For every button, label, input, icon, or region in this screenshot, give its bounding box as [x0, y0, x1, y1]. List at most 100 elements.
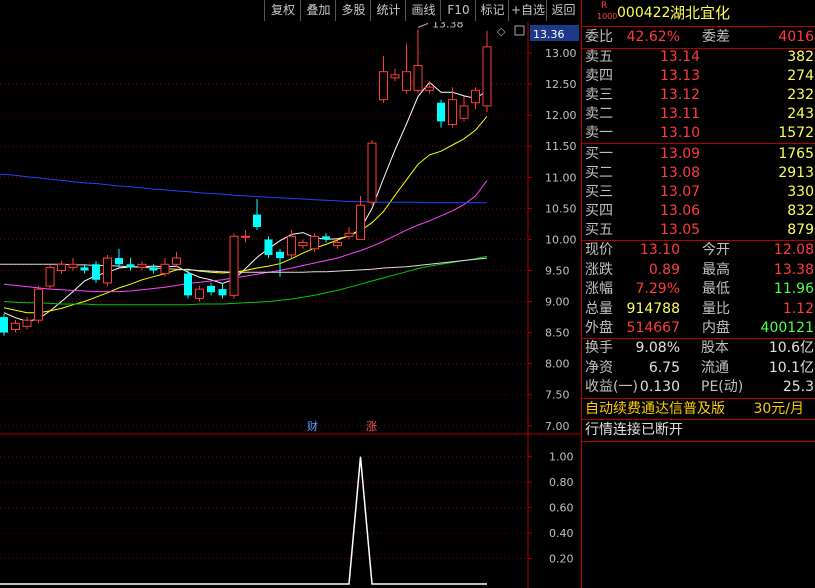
candle[interactable] [172, 257, 181, 265]
candle[interactable] [103, 257, 112, 284]
candle[interactable] [57, 263, 66, 271]
tongji-button[interactable]: 统计 [370, 0, 406, 21]
candle[interactable] [425, 86, 434, 91]
candle[interactable] [298, 242, 308, 247]
candle[interactable] [160, 263, 170, 275]
candle[interactable] [115, 258, 123, 265]
candle[interactable] [344, 232, 354, 237]
candle[interactable] [184, 273, 192, 296]
candle[interactable] [264, 239, 273, 255]
candle[interactable] [367, 142, 377, 203]
candle[interactable] [482, 46, 492, 107]
candle[interactable] [68, 263, 78, 268]
stat-value: 12.08 [773, 242, 814, 258]
candle[interactable] [22, 319, 32, 327]
ask-row: 卖二 13.11 243 [582, 105, 815, 124]
candle[interactable] [310, 235, 319, 250]
candle[interactable] [276, 251, 284, 259]
window-toggle-icon[interactable] [514, 25, 525, 36]
fuquan-button[interactable]: 复权 [264, 0, 301, 21]
candle[interactable] [229, 235, 239, 296]
ask-price[interactable]: 13.10 [660, 124, 700, 143]
candle[interactable] [137, 263, 147, 268]
candle[interactable] [379, 71, 388, 101]
indicator-chart[interactable]: 1.00 0.80 0.60 0.40 0.20 [0, 434, 581, 588]
ask-row: 卖一 13.10 1572 [582, 124, 815, 143]
candle[interactable] [0, 317, 8, 333]
candle[interactable] [390, 74, 400, 79]
bid-level-label: 买一 [585, 146, 613, 162]
bid-level-label: 买二 [585, 165, 613, 181]
candle[interactable] [253, 214, 261, 227]
ad-price[interactable]: 30元/月 [753, 398, 804, 421]
candle[interactable] [287, 235, 296, 256]
y-tick-label: 11.50 [545, 140, 577, 153]
f10-button[interactable]: F10 [440, 0, 476, 21]
bid-row: 买一 13.09 1765 [582, 145, 815, 164]
candle[interactable] [333, 242, 342, 247]
back-button[interactable]: 返回 [546, 0, 580, 21]
y-tick-label: 9.00 [545, 296, 570, 309]
stat-label: 外盘 [585, 320, 613, 336]
ask-volume: 274 [787, 68, 814, 84]
candle[interactable] [413, 64, 423, 91]
bid-price[interactable]: 13.07 [660, 183, 700, 202]
candle[interactable] [126, 264, 135, 268]
candle[interactable] [356, 204, 365, 240]
y-tick-label: 8.00 [545, 358, 570, 371]
candle[interactable] [11, 322, 20, 330]
ask-price[interactable]: 13.12 [660, 86, 700, 105]
stock-code: 000422 [617, 5, 671, 21]
bid-price[interactable]: 13.05 [660, 221, 700, 240]
candle[interactable] [80, 267, 89, 271]
candle[interactable] [241, 235, 250, 238]
ad-row[interactable]: 自动续费通达信普及版 30元/月 [582, 398, 815, 421]
stat-row: 涨跌 0.89 最高 13.38 [582, 260, 815, 280]
y-tick-label: 11.00 [545, 171, 577, 184]
fund-value: 6.75 [648, 359, 680, 376]
toolbar: 复权 叠加 多股 统计 画线 F10 标记 +自选 返回 [0, 0, 580, 22]
diejia-button[interactable]: 叠加 [300, 0, 336, 21]
bid-price[interactable]: 13.09 [660, 145, 700, 164]
candle[interactable] [92, 264, 100, 280]
finance-event-marker[interactable]: 财 [307, 419, 318, 433]
candle[interactable] [459, 105, 469, 119]
bid-volume: 832 [787, 203, 814, 219]
ask-price[interactable]: 13.13 [660, 67, 700, 86]
stat-value: 13.38 [773, 261, 814, 278]
stat-label: 量比 [702, 300, 730, 317]
kline-chart[interactable]: 13.00 12.50 12.00 11.50 11.00 10.50 10.00 9.50 9… [0, 22, 581, 457]
candle[interactable] [149, 267, 158, 271]
ask-price[interactable]: 13.11 [660, 105, 700, 124]
ask-price[interactable]: 13.14 [660, 48, 700, 67]
candle[interactable] [218, 289, 227, 296]
limit-up-event-marker[interactable]: 涨 [366, 420, 377, 433]
candle[interactable] [402, 71, 411, 91]
ad-text[interactable]: 自动续费通达信普及版 [585, 398, 725, 421]
candle[interactable] [195, 288, 204, 299]
candle[interactable] [437, 102, 445, 122]
bid-price[interactable]: 13.06 [660, 202, 700, 221]
huaxian-button[interactable]: 画线 [405, 0, 441, 21]
biaoji-button[interactable]: 标记 [475, 0, 509, 21]
weibi-label: 委比 [585, 29, 613, 45]
candle[interactable] [45, 266, 55, 287]
bid-price[interactable]: 13.08 [660, 164, 700, 183]
candle[interactable] [322, 236, 330, 240]
indicator-line [0, 456, 487, 585]
candle[interactable] [207, 286, 215, 293]
candle[interactable] [471, 89, 480, 104]
candle[interactable] [34, 288, 43, 321]
ma-line-ma60 [3, 255, 488, 306]
y-tick-label: 0.80 [549, 476, 574, 489]
duogu-button[interactable]: 多股 [335, 0, 371, 21]
candle[interactable] [448, 99, 457, 125]
y-tick-label: 0.20 [549, 553, 574, 566]
diamond-icon[interactable]: ◇ [497, 25, 506, 38]
stat-label: 总量 [585, 300, 613, 317]
bid-level-label: 买五 [585, 222, 613, 238]
y-tick-label: 0.40 [549, 527, 574, 540]
stat-value: 7.29% [635, 281, 680, 297]
connection-status: 行情连接已断开 [582, 419, 815, 442]
add-watchlist-button[interactable]: +自选 [508, 0, 547, 21]
